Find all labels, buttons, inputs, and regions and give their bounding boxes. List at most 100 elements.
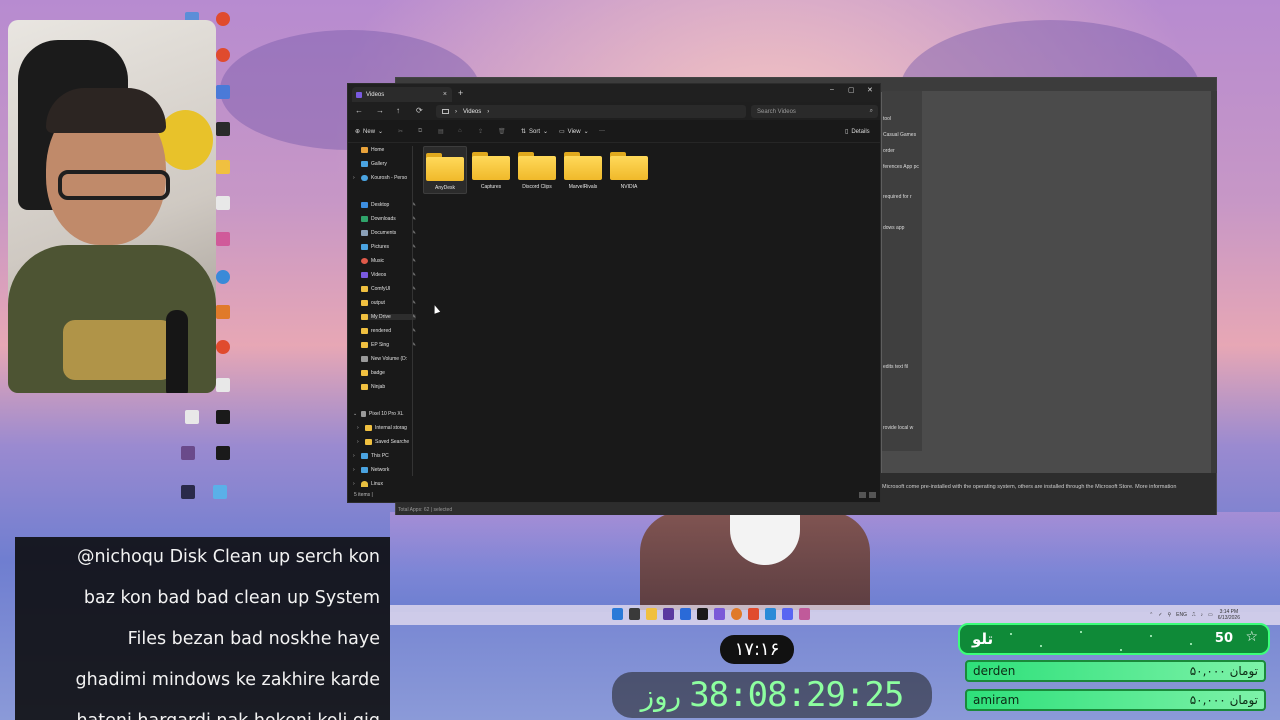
vscode-icon[interactable]: [680, 608, 691, 620]
brave-icon[interactable]: [216, 340, 230, 354]
app-icon[interactable]: [714, 608, 725, 620]
chevron-right-icon[interactable]: ›: [353, 175, 355, 181]
sidebar-item-comfyui[interactable]: ComfyUI ✎: [361, 286, 416, 292]
sidebar-item-ep-sing[interactable]: EP Sing ✎: [361, 342, 416, 348]
background-row[interactable]: Casual Games: [883, 132, 916, 138]
cut-button[interactable]: ✂: [398, 128, 403, 135]
search-input[interactable]: Search Videos ⌕: [751, 105, 878, 118]
app-icon[interactable]: [799, 608, 810, 620]
image-icon[interactable]: [181, 446, 195, 460]
more-options-button[interactable]: ···: [599, 128, 605, 134]
background-window-scrollbar[interactable]: [1211, 91, 1217, 473]
start-icon[interactable]: [612, 608, 623, 620]
close-tab-icon[interactable]: ×: [443, 91, 447, 98]
x-icon[interactable]: [697, 608, 708, 620]
details-view-icon[interactable]: [859, 492, 866, 498]
firefox-icon[interactable]: [731, 608, 742, 620]
folder-item[interactable]: MarvelRivals: [561, 146, 605, 190]
refresh-button[interactable]: ⟳: [416, 106, 423, 115]
address-bar[interactable]: › Videos ›: [436, 105, 746, 118]
forward-button[interactable]: →: [376, 106, 384, 115]
sidebar-item-rendered[interactable]: rendered ✎: [361, 328, 416, 334]
sidebar-item-home[interactable]: Home: [361, 147, 416, 153]
minimize-button[interactable]: –: [830, 86, 834, 93]
sidebar-item-badge[interactable]: badge: [361, 370, 416, 376]
breadcrumb-videos[interactable]: Videos: [463, 109, 481, 115]
background-row[interactable]: rovide local w: [883, 425, 913, 431]
background-row[interactable]: edits text fil: [883, 364, 908, 370]
sidebar-item-ninjab[interactable]: Ninjab: [361, 384, 416, 390]
file-explorer-window[interactable]: Videos × + – ▢ ✕ ← → ↑ ⟳ › Videos › Sear…: [347, 83, 881, 503]
share-button[interactable]: ⇪: [478, 128, 483, 135]
details-button[interactable]: ▯ Details: [845, 128, 870, 136]
desktop-app-icon[interactable]: [216, 85, 230, 99]
app-icon[interactable]: [663, 608, 674, 620]
network-icon[interactable]: ⎍: [1192, 612, 1196, 618]
view-button[interactable]: ▭ View ⌄: [559, 128, 589, 136]
tab-videos[interactable]: Videos ×: [352, 87, 452, 102]
chevron-right-icon[interactable]: ›: [357, 439, 359, 445]
sidebar-item-this-pc[interactable]: This PC: [361, 453, 416, 459]
delete-button[interactable]: 🗑: [498, 128, 506, 135]
file-icon[interactable]: [216, 446, 230, 460]
rename-button[interactable]: ⌂: [458, 128, 462, 134]
paste-button[interactable]: ▤: [438, 128, 444, 135]
sidebar-item-desktop[interactable]: Desktop ✎: [361, 202, 416, 208]
brave-icon[interactable]: [216, 12, 230, 26]
brave-icon[interactable]: [748, 608, 759, 620]
file-icon[interactable]: [216, 196, 230, 210]
folder-content-area[interactable]: AnyDesk Captures Discord Clips MarvelRiv…: [418, 144, 880, 488]
maximize-button[interactable]: ▢: [848, 86, 855, 94]
sidebar-item-pictures[interactable]: Pictures ✎: [361, 244, 416, 250]
file-icon[interactable]: [185, 410, 199, 424]
usb-icon[interactable]: ⚲: [1167, 612, 1171, 618]
volume-icon[interactable]: ♪: [1201, 612, 1204, 618]
desktop-app-icon[interactable]: [216, 305, 230, 319]
wifi-icon[interactable]: ✓: [1158, 612, 1162, 618]
image-icon[interactable]: [181, 485, 195, 499]
sidebar-item-my-drive[interactable]: My Drive ✎: [361, 314, 416, 320]
folder-item[interactable]: Discord Clips: [515, 146, 559, 190]
close-window-button[interactable]: ✕: [867, 86, 873, 94]
sidebar-item-pixel[interactable]: Pixel 10 Pro XL: [361, 411, 416, 417]
sidebar-item-videos[interactable]: Videos ✎: [361, 272, 416, 278]
background-row[interactable]: tool: [883, 116, 891, 122]
sidebar-item-onedrive[interactable]: Kourosh - Perso: [361, 175, 416, 181]
file-icon[interactable]: [216, 410, 230, 424]
desktop-app-icon[interactable]: [216, 122, 230, 136]
chevron-down-icon[interactable]: ⌄: [353, 411, 357, 417]
chevron-right-icon[interactable]: ›: [353, 453, 355, 459]
language-indicator[interactable]: ENG: [1176, 612, 1187, 618]
background-row[interactable]: required for r: [883, 194, 912, 200]
sidebar-item-gallery[interactable]: Gallery: [361, 161, 416, 167]
chevron-right-icon[interactable]: ›: [357, 425, 359, 431]
taskbar-clock[interactable]: 3:14 PM 6/13/2026: [1218, 609, 1240, 621]
new-tab-button[interactable]: +: [458, 88, 463, 98]
up-button[interactable]: ↑: [396, 106, 400, 115]
tiles-view-icon[interactable]: [869, 492, 876, 498]
discord-icon[interactable]: [782, 608, 793, 620]
view-toggle[interactable]: [859, 492, 876, 498]
desktop-app-icon[interactable]: [216, 232, 230, 246]
folder-item[interactable]: AnyDesk: [423, 146, 467, 194]
copy-button[interactable]: ⧉: [418, 128, 422, 135]
chevron-right-icon[interactable]: ›: [353, 467, 355, 473]
folder-icon[interactable]: [216, 160, 230, 174]
folder-item[interactable]: NVIDIA: [607, 146, 651, 190]
folder-item[interactable]: Captures: [469, 146, 513, 190]
brave-icon[interactable]: [216, 48, 230, 62]
background-row[interactable]: dows app: [883, 225, 904, 231]
battery-icon[interactable]: ▭: [1208, 612, 1213, 618]
task-view-icon[interactable]: [629, 608, 640, 620]
desktop-app-icon[interactable]: [213, 485, 227, 499]
app-icon[interactable]: [765, 608, 776, 620]
chevron-right-icon[interactable]: ›: [353, 481, 355, 487]
sort-button[interactable]: ⇅ Sort ⌄: [521, 128, 548, 136]
sidebar-item-new-volume[interactable]: New Volume (D:: [361, 356, 416, 362]
background-row[interactable]: order: [883, 148, 895, 154]
sidebar-item-documents[interactable]: Documents ✎: [361, 230, 416, 236]
file-icon[interactable]: [216, 378, 230, 392]
background-row[interactable]: ferences App pc: [883, 164, 919, 170]
pane-divider[interactable]: [412, 146, 413, 476]
sidebar-item-linux[interactable]: Linux: [361, 481, 416, 487]
